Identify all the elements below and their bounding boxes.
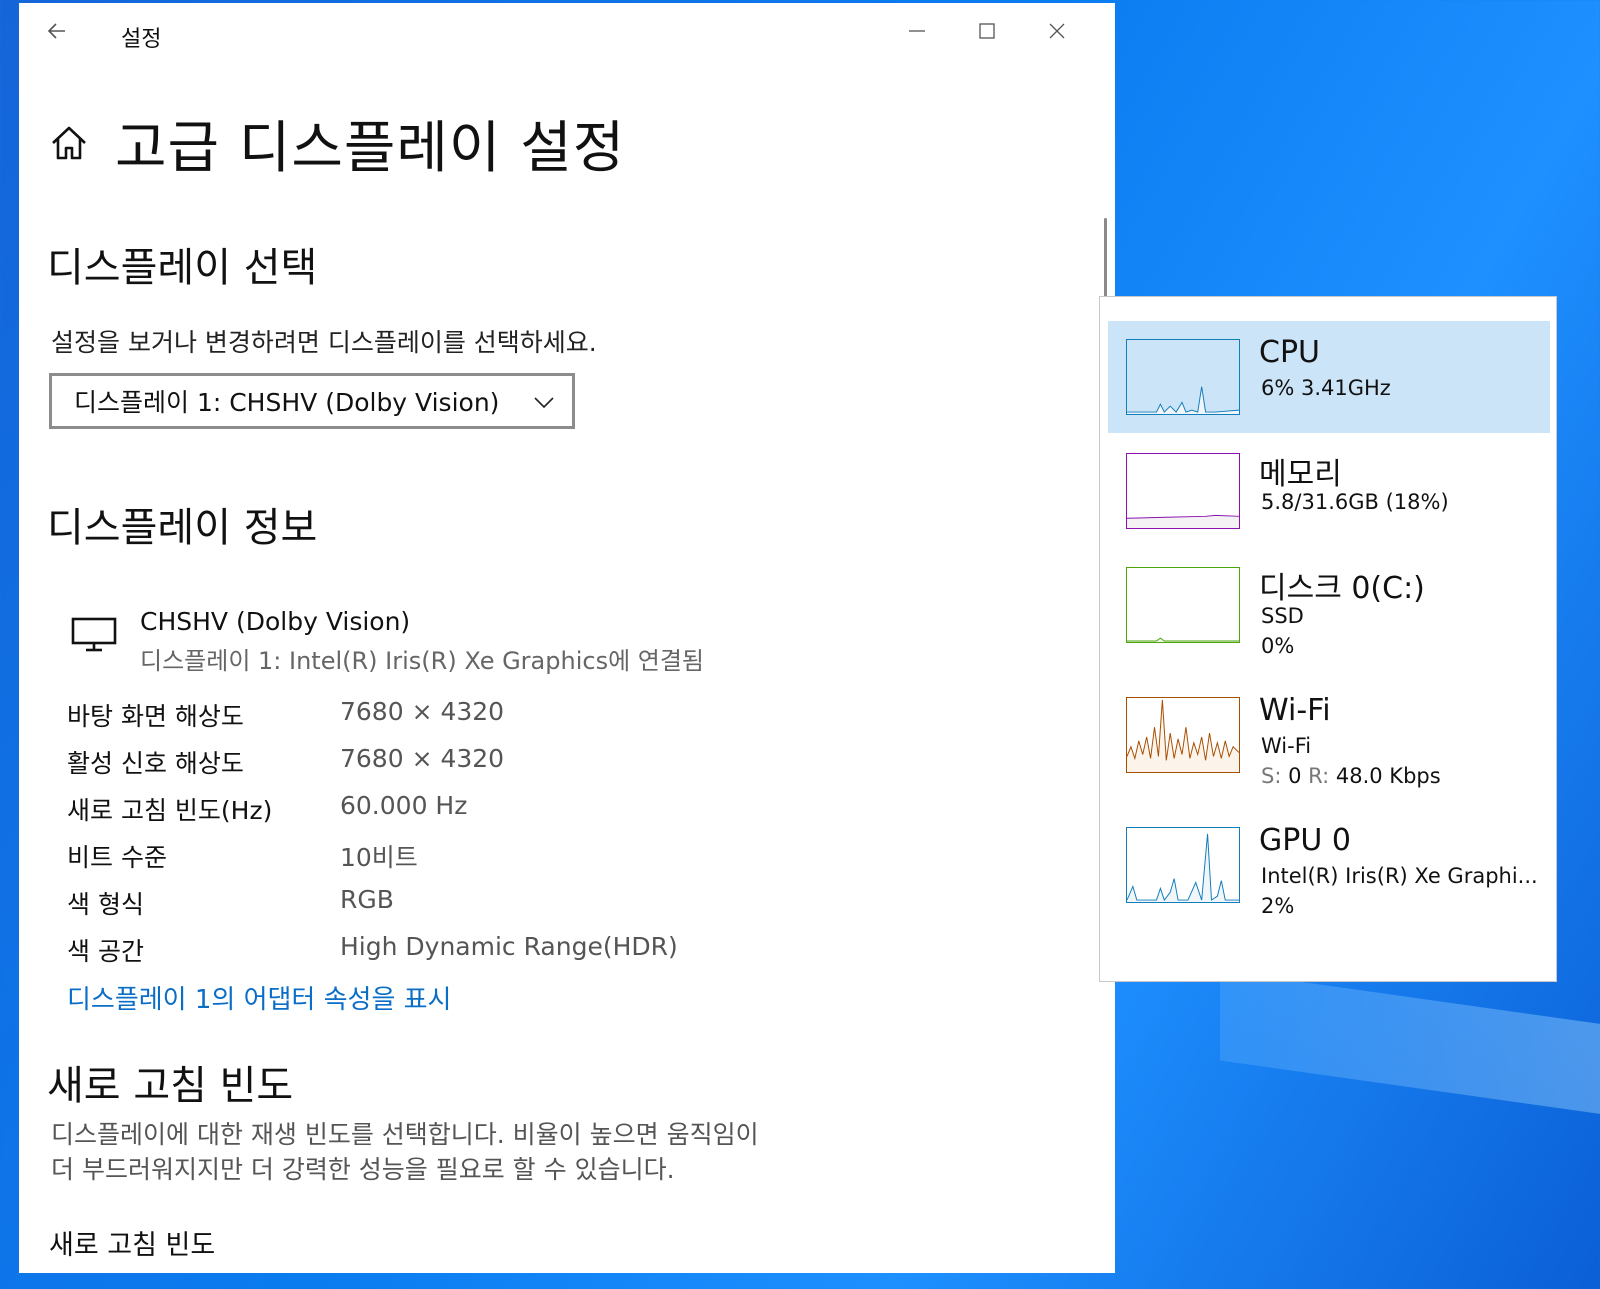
info-value: 7680 × 4320 (340, 744, 505, 773)
dropdown-value: 디스플레이 1: CHSHV (Dolby Vision) (74, 388, 500, 417)
disk-graph-sparkline (1127, 637, 1239, 642)
display-info-heading: 디스플레이 정보 (47, 505, 318, 551)
wallpaper-light-ray (1220, 970, 1600, 1120)
info-value: High Dynamic Range(HDR) (340, 932, 678, 961)
info-row-active-signal-resolution: 활성 신호 해상도 7680 × 4320 (67, 744, 867, 784)
home-button[interactable] (49, 123, 89, 163)
perf-item-disk[interactable]: 디스크 0(C:) SSD 0% (1108, 549, 1550, 661)
title-bar: 설정 (19, 3, 1115, 63)
perf-item-detail: Wi-Fi (1261, 734, 1312, 758)
display-name: CHSHV (Dolby Vision) (140, 607, 411, 636)
receive-label: R: (1308, 764, 1330, 788)
perf-item-throughput: S: 0 R: 48.0 Kbps (1261, 764, 1441, 788)
perf-item-detail: SSD (1261, 604, 1304, 628)
memory-graph-sparkline (1127, 514, 1239, 528)
perf-item-detail-2: 2% (1261, 894, 1295, 918)
receive-value: 48.0 Kbps (1335, 764, 1441, 788)
info-row-refresh-rate: 새로 고침 빈도(Hz) 60.000 Hz (67, 791, 867, 831)
disk-graph (1126, 567, 1240, 643)
perf-item-memory[interactable]: 메모리 5.8/31.6GB (18%) (1108, 435, 1550, 547)
info-row-color-format: 색 형식 RGB (67, 885, 867, 925)
perf-item-detail: Intel(R) Iris(R) Xe Graphi... (1261, 864, 1538, 888)
refresh-rate-heading: 새로 고침 빈도 (47, 1063, 294, 1109)
refresh-rate-description: 디스플레이에 대한 재생 빈도를 선택합니다. 비율이 높으면 움직임이 더 부… (51, 1117, 759, 1187)
adapter-properties-link[interactable]: 디스플레이 1의 어댑터 속성을 표시 (67, 979, 451, 1016)
perf-item-title: Wi-Fi (1259, 693, 1331, 728)
perf-item-gpu[interactable]: GPU 0 Intel(R) Iris(R) Xe Graphi... 2% (1108, 809, 1550, 921)
cpu-graph (1126, 339, 1240, 415)
refresh-rate-description-line1: 디스플레이에 대한 재생 빈도를 선택합니다. 비율이 높으면 움직임이 (51, 1120, 759, 1149)
chevron-down-icon (534, 397, 554, 409)
close-icon (1049, 23, 1065, 39)
info-row-desktop-resolution: 바탕 화면 해상도 7680 × 4320 (67, 697, 867, 737)
info-label: 활성 신호 해상도 (67, 749, 244, 778)
select-display-heading: 디스플레이 선택 (47, 245, 318, 291)
minimize-icon (909, 30, 925, 32)
settings-window: 설정 고급 디스플레이 설정 디스플레이 선택 설정을 보거나 변경하려면 디스… (19, 3, 1115, 1273)
back-button[interactable] (39, 13, 75, 49)
perf-item-detail-2: 0% (1261, 634, 1295, 658)
perf-item-title: GPU 0 (1259, 823, 1351, 858)
monitor-icon (71, 617, 117, 652)
wifi-graph-sparkline (1127, 699, 1239, 772)
home-icon (52, 126, 86, 160)
info-label: 비트 수준 (67, 843, 167, 872)
perf-item-cpu[interactable]: CPU 6% 3.41GHz (1108, 321, 1550, 433)
cpu-graph-sparkline (1127, 386, 1239, 414)
maximize-icon (979, 23, 995, 39)
info-value: RGB (340, 885, 394, 914)
memory-graph (1126, 453, 1240, 529)
perf-item-wifi[interactable]: Wi-Fi Wi-Fi S: 0 R: 48.0 Kbps (1108, 679, 1550, 791)
info-label: 바탕 화면 해상도 (67, 702, 244, 731)
back-arrow-icon (47, 23, 65, 39)
refresh-rate-subheading: 새로 고침 빈도 (49, 1230, 216, 1261)
perf-item-detail: 5.8/31.6GB (18%) (1261, 490, 1449, 514)
display-connection: 디스플레이 1: Intel(R) Iris(R) Xe Graphics에 연… (140, 647, 705, 675)
select-display-description: 설정을 보거나 변경하려면 디스플레이를 선택하세요. (51, 328, 597, 357)
info-row-bit-depth: 비트 수준 10비트 (67, 838, 867, 878)
gpu-graph (1126, 827, 1240, 903)
app-title: 설정 (121, 27, 162, 52)
send-value: 0 (1288, 764, 1302, 788)
page-title: 고급 디스플레이 설정 (115, 116, 626, 181)
perf-item-title: CPU (1259, 335, 1320, 370)
maximize-button[interactable] (957, 13, 1017, 49)
perf-item-detail: 6% 3.41GHz (1261, 376, 1391, 400)
close-button[interactable] (1027, 13, 1087, 49)
minimize-button[interactable] (887, 13, 947, 49)
task-manager-performance-panel: CPU 6% 3.41GHz 메모리 5.8/31.6GB (18%) 디스크 … (1099, 296, 1557, 982)
info-row-color-space: 색 공간 High Dynamic Range(HDR) (67, 932, 867, 972)
send-label: S: (1261, 764, 1282, 788)
refresh-rate-description-line2: 더 부드러워지지만 더 강력한 성능을 필요로 할 수 있습니다. (51, 1155, 675, 1184)
info-label: 색 형식 (67, 890, 144, 919)
info-label: 새로 고침 빈도(Hz) (67, 796, 273, 825)
gpu-graph-sparkline (1127, 833, 1239, 902)
wifi-graph (1126, 697, 1240, 773)
perf-item-title: 메모리 (1259, 457, 1342, 492)
display-select-dropdown[interactable]: 디스플레이 1: CHSHV (Dolby Vision) (49, 373, 575, 429)
perf-item-title: 디스크 0(C:) (1259, 571, 1425, 606)
info-label: 색 공간 (67, 937, 144, 966)
info-value: 10비트 (340, 843, 418, 872)
info-value: 60.000 Hz (340, 791, 468, 820)
info-value: 7680 × 4320 (340, 697, 505, 726)
